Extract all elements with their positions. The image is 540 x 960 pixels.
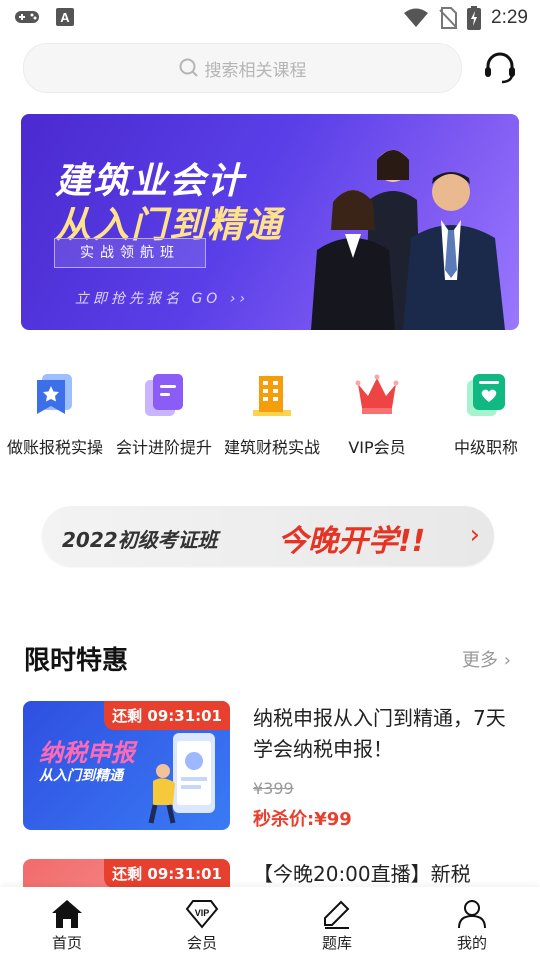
banner-tag: 实战领航班 bbox=[54, 238, 206, 268]
course-thumbnail: 纳税申报 从入门到精通 还剩 09:31:01 bbox=[23, 701, 230, 830]
search-icon bbox=[179, 58, 198, 77]
vip-icon: VIP bbox=[185, 900, 219, 929]
certificate-icon bbox=[467, 374, 505, 416]
nav-label: 题库 bbox=[321, 934, 352, 952]
instructors-illustration bbox=[311, 150, 505, 330]
bottom-nav: 首页 VIP 会员 题库 我的 bbox=[0, 887, 540, 960]
nav-question-bank[interactable]: 题库 bbox=[297, 899, 377, 953]
search-placeholder: 搜索相关课程 bbox=[204, 60, 307, 81]
svg-text:VIP: VIP bbox=[195, 908, 210, 918]
nav-label: 我的 bbox=[456, 934, 487, 952]
banner-cta: 立即抢先报名 GO ›› bbox=[75, 291, 249, 307]
category-bookkeeping[interactable]: 做账报税实操 bbox=[0, 372, 110, 458]
category-intermediate-title[interactable]: 中级职称 bbox=[432, 372, 540, 458]
user-icon bbox=[458, 900, 486, 929]
promo-banner[interactable]: 2022初级考证班 今晚开学!! › bbox=[42, 506, 494, 566]
original-price: ¥399 bbox=[253, 779, 294, 798]
course-card[interactable]: 纳税申报 从入门到精通 还剩 09:31:01 纳税申报从入门到精通，7天学会纳… bbox=[0, 701, 540, 831]
document-icon bbox=[145, 374, 183, 416]
svg-text:A: A bbox=[60, 10, 70, 25]
course-title: 纳税申报从入门到精通，7天学会纳税申报！ bbox=[253, 706, 506, 761]
hero-banner[interactable]: 建筑业会计 从入门到精通 实战领航班 立即抢先报名 GO ›› bbox=[21, 114, 519, 330]
promo-text-highlight: 今晚开学!! bbox=[278, 524, 426, 559]
course-title: 【今晚20:00直播】新税 bbox=[253, 862, 471, 886]
nav-label: 会员 bbox=[186, 934, 217, 952]
section-title: 限时特惠 bbox=[24, 646, 129, 676]
clock: 2:29 bbox=[491, 7, 528, 28]
course-card[interactable]: 还剩 09:31:01 【今晚20:00直播】新税 bbox=[0, 859, 540, 887]
crown-icon bbox=[355, 374, 399, 414]
category-accounting-advance[interactable]: 会计进阶提升 bbox=[110, 372, 218, 458]
course-thumbnail: 还剩 09:31:01 bbox=[23, 859, 230, 887]
category-label: 建筑财税实战 bbox=[223, 438, 320, 457]
star-bookmark-icon bbox=[37, 374, 72, 414]
nav-profile[interactable]: 我的 bbox=[432, 899, 512, 953]
home-icon bbox=[52, 900, 82, 928]
category-label: 中级职称 bbox=[453, 438, 518, 457]
category-vip[interactable]: VIP会员 bbox=[326, 372, 428, 458]
more-link[interactable]: 更多 › bbox=[462, 646, 511, 672]
thumb-subtitle: 从入门到精通 bbox=[39, 768, 123, 784]
search-input[interactable]: 搜索相关课程 bbox=[23, 43, 462, 93]
thumb-title: 纳税申报 bbox=[39, 739, 135, 767]
category-label: 会计进阶提升 bbox=[115, 438, 212, 457]
nav-label: 首页 bbox=[51, 934, 82, 952]
nav-vip[interactable]: VIP 会员 bbox=[162, 899, 242, 953]
wifi-icon bbox=[404, 8, 429, 27]
sale-price: 秒杀价:¥99 bbox=[253, 809, 352, 830]
nav-home[interactable]: 首页 bbox=[27, 899, 107, 953]
category-label: 做账报税实操 bbox=[6, 438, 103, 457]
category-grid: 做账报税实操 会计进阶提升 建筑财税实战 VIP会员 中级职称 bbox=[0, 372, 540, 462]
category-construction-tax[interactable]: 建筑财税实战 bbox=[218, 372, 326, 458]
sim-off-icon bbox=[439, 7, 458, 29]
promo-text-course: 2022初级考证班 bbox=[62, 528, 218, 552]
countdown-badge: 还剩 09:31:01 bbox=[104, 701, 230, 730]
phone-illustration bbox=[148, 733, 215, 824]
battery-charging-icon bbox=[467, 6, 482, 30]
building-icon bbox=[253, 376, 291, 416]
chevron-right-icon: › bbox=[469, 520, 480, 550]
category-label: VIP会员 bbox=[348, 438, 406, 457]
countdown-badge: 还剩 09:31:01 bbox=[104, 859, 230, 887]
gamepad-icon bbox=[15, 11, 39, 23]
status-bar: A 2:29 bbox=[0, 0, 540, 36]
font-a-icon: A bbox=[56, 8, 74, 26]
pen-icon bbox=[324, 900, 350, 929]
customer-service-icon[interactable] bbox=[482, 50, 518, 86]
